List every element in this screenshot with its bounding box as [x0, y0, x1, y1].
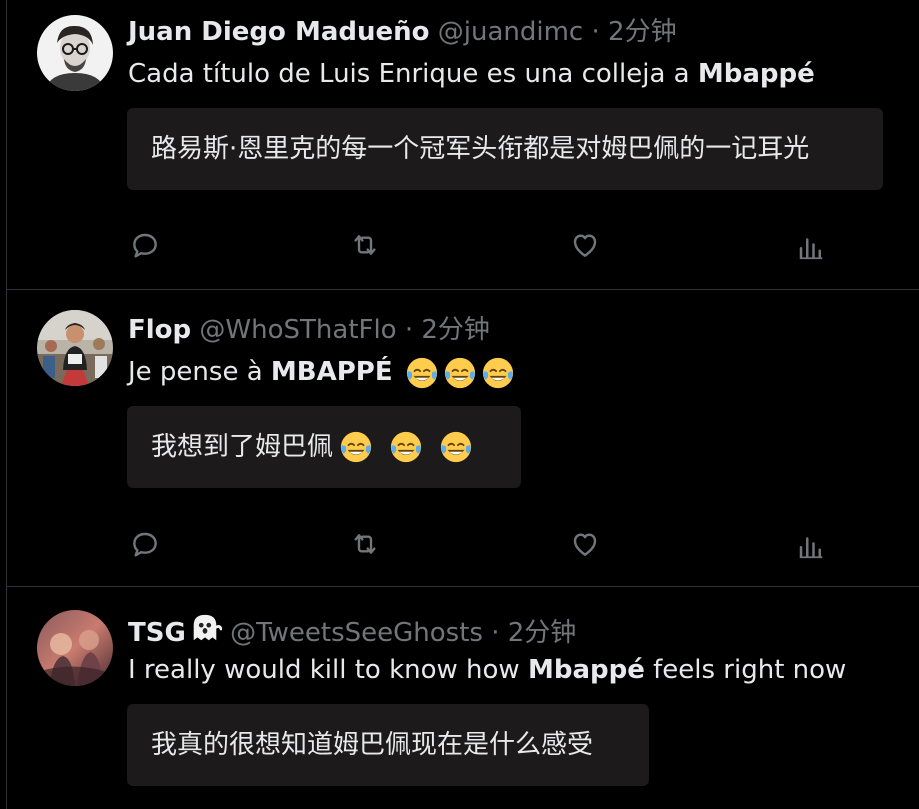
translation-text: 我真的很想知道姆巴佩现在是什么感受 — [151, 730, 594, 760]
timestamp[interactable]: 2分钟 — [508, 618, 577, 648]
avatar[interactable] — [37, 15, 113, 91]
person-with-glasses-avatar — [37, 15, 113, 91]
tweet-header: TSG @TweetsSeeGhosts · 2分钟 — [128, 612, 576, 649]
separator: · — [591, 17, 600, 47]
tears-of-joy-emoji — [482, 357, 513, 388]
translation-box: 我想到了姆巴佩 — [127, 406, 521, 488]
tears-of-joy-emoji — [440, 431, 472, 463]
translation-box: 路易斯·恩里克的每一个冠军头衔都是对姆巴佩的一记耳光 — [127, 108, 883, 190]
views-icon — [799, 537, 823, 559]
tears-of-joy-emoji — [406, 357, 437, 388]
tweet[interactable]: Flop @WhoSThatFlo · 2分钟 Je pense à MBAPP… — [7, 290, 919, 587]
separator: · — [491, 618, 500, 648]
timestamp[interactable]: 2分钟 — [608, 17, 677, 47]
display-name[interactable]: Juan Diego Madueño — [128, 17, 430, 47]
mention-bold: Mbappé — [527, 655, 645, 685]
tears-of-joy-emoji — [340, 431, 372, 463]
tweet-text-part: I really would kill to know how — [128, 655, 528, 685]
user-handle[interactable]: @TweetsSeeGhosts — [230, 618, 483, 648]
like-button[interactable] — [567, 227, 603, 263]
runner-photo-avatar — [37, 310, 113, 386]
views-icon — [799, 238, 823, 260]
like-icon — [573, 533, 597, 556]
tweet-text: I really would kill to know how Mbappé f… — [128, 653, 846, 687]
display-name[interactable]: Flop — [128, 315, 191, 345]
tweet-text-part: Je pense à — [128, 357, 271, 387]
retweet-icon — [354, 235, 376, 255]
reply-button[interactable] — [127, 227, 163, 263]
reply-button[interactable] — [127, 526, 163, 562]
reply-icon — [133, 532, 157, 557]
avatar[interactable] — [37, 310, 113, 386]
tweet-header: Flop @WhoSThatFlo · 2分钟 — [128, 314, 490, 346]
timestamp[interactable]: 2分钟 — [421, 315, 490, 345]
tweet-feed: Juan Diego Madueño @juandimc · 2分钟 Cada … — [6, 0, 919, 809]
tweet-text: Cada título de Luis Enrique es una colle… — [128, 57, 815, 91]
tweet-header: Juan Diego Madueño @juandimc · 2分钟 — [128, 16, 677, 48]
views-button[interactable] — [793, 229, 829, 265]
emoji-group — [401, 357, 515, 388]
tears-of-joy-emoji — [390, 431, 422, 463]
translation-text: 我想到了姆巴佩 — [151, 432, 334, 462]
display-name[interactable]: TSG — [128, 618, 186, 648]
artwork-avatar — [37, 610, 113, 686]
mention-bold: MBAPPÉ — [270, 357, 393, 387]
user-handle[interactable]: @WhoSThatFlo — [199, 315, 396, 345]
tweet-text: Je pense à MBAPPÉ — [128, 355, 515, 390]
like-button[interactable] — [567, 526, 603, 562]
views-button[interactable] — [793, 528, 829, 564]
retweet-button[interactable] — [347, 227, 383, 263]
tweet[interactable]: Juan Diego Madueño @juandimc · 2分钟 Cada … — [7, 0, 919, 290]
tweet-text-part: feels right now — [644, 655, 847, 685]
tears-of-joy-emoji — [444, 357, 475, 388]
translation-text: 路易斯·恩里克的每一个冠军头衔都是对姆巴佩的一记耳光 — [151, 134, 810, 164]
retweet-icon — [354, 534, 376, 554]
user-handle[interactable]: @juandimc — [438, 17, 583, 47]
translation-box: 我真的很想知道姆巴佩现在是什么感受 — [127, 704, 649, 786]
separator: · — [404, 315, 414, 345]
tweet[interactable]: TSG @TweetsSeeGhosts · 2分钟 I really woul… — [7, 587, 919, 809]
tweet-text-part: Cada título de Luis Enrique es una colle… — [128, 59, 698, 89]
mention-bold: Mbappé — [697, 59, 815, 89]
retweet-button[interactable] — [347, 526, 383, 562]
reply-icon — [133, 233, 157, 258]
ghost-icon — [193, 614, 222, 641]
like-icon — [573, 234, 597, 257]
avatar[interactable] — [37, 610, 113, 686]
